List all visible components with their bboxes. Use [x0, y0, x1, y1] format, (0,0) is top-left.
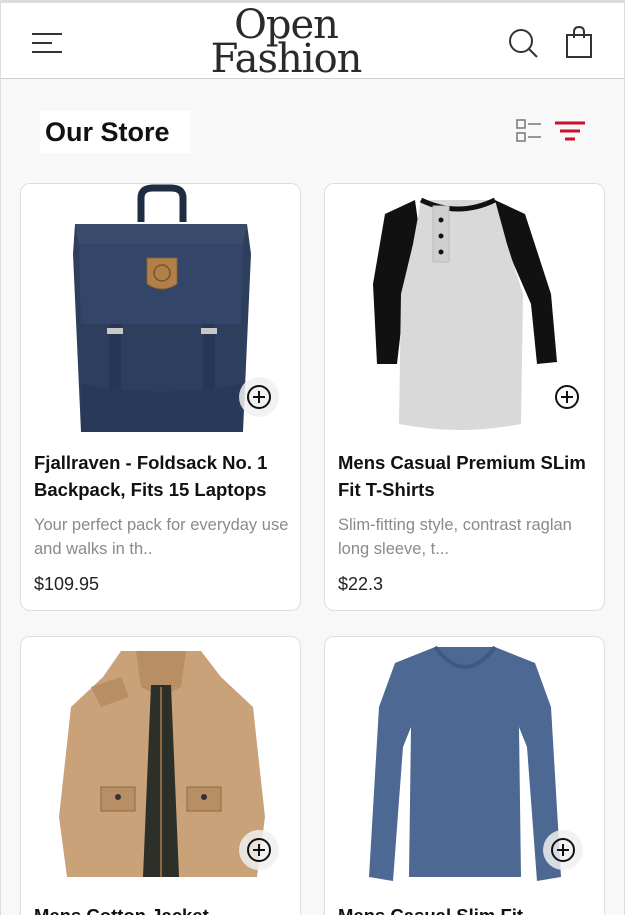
product-description: Your perfect pack for everyday use and w…: [34, 516, 289, 558]
product-description: Slim-fitting style, contrast raglan long…: [338, 516, 572, 558]
product-card[interactable]: Mens Casual Slim Fit: [324, 636, 605, 915]
top-header: Open Fashion: [1, 3, 624, 79]
filter-icon[interactable]: [553, 120, 587, 146]
product-title: Fjallraven - Foldsack No. 1 Backpack, Fi…: [34, 452, 268, 500]
product-card[interactable]: Mens Casual Premium SLim Fit T-Shirts Sl…: [324, 183, 605, 611]
shopping-bag-icon[interactable]: [564, 25, 594, 59]
product-title: Mens Cotton Jacket: [34, 902, 294, 915]
add-to-cart-button[interactable]: [547, 377, 587, 417]
grid-view-icon[interactable]: [515, 118, 543, 144]
page-title: Our Store: [40, 111, 190, 153]
app-frame: Open Fashion Our Store Fjallraven - Fold…: [0, 0, 625, 915]
add-to-cart-button[interactable]: [543, 830, 583, 870]
add-circle-icon: [247, 838, 271, 862]
search-icon[interactable]: [507, 27, 539, 59]
add-to-cart-button[interactable]: [239, 830, 279, 870]
menu-icon[interactable]: [30, 30, 64, 56]
product-price: $22.3: [338, 574, 384, 594]
add-to-cart-button[interactable]: [239, 377, 279, 417]
add-circle-icon: [247, 385, 271, 409]
product-title: Mens Casual Slim Fit: [338, 902, 598, 915]
brand-logo[interactable]: Open Fashion: [201, 5, 371, 82]
logo-line-2: Fashion: [210, 36, 363, 82]
product-card[interactable]: Fjallraven - Foldsack No. 1 Backpack, Fi…: [20, 183, 301, 611]
add-circle-icon: [551, 838, 575, 862]
product-price: $109.95: [34, 574, 100, 594]
product-card[interactable]: Mens Cotton Jacket: [20, 636, 301, 915]
add-circle-icon: [555, 385, 579, 409]
product-title: Mens Casual Premium SLim Fit T-Shirts: [338, 452, 586, 500]
